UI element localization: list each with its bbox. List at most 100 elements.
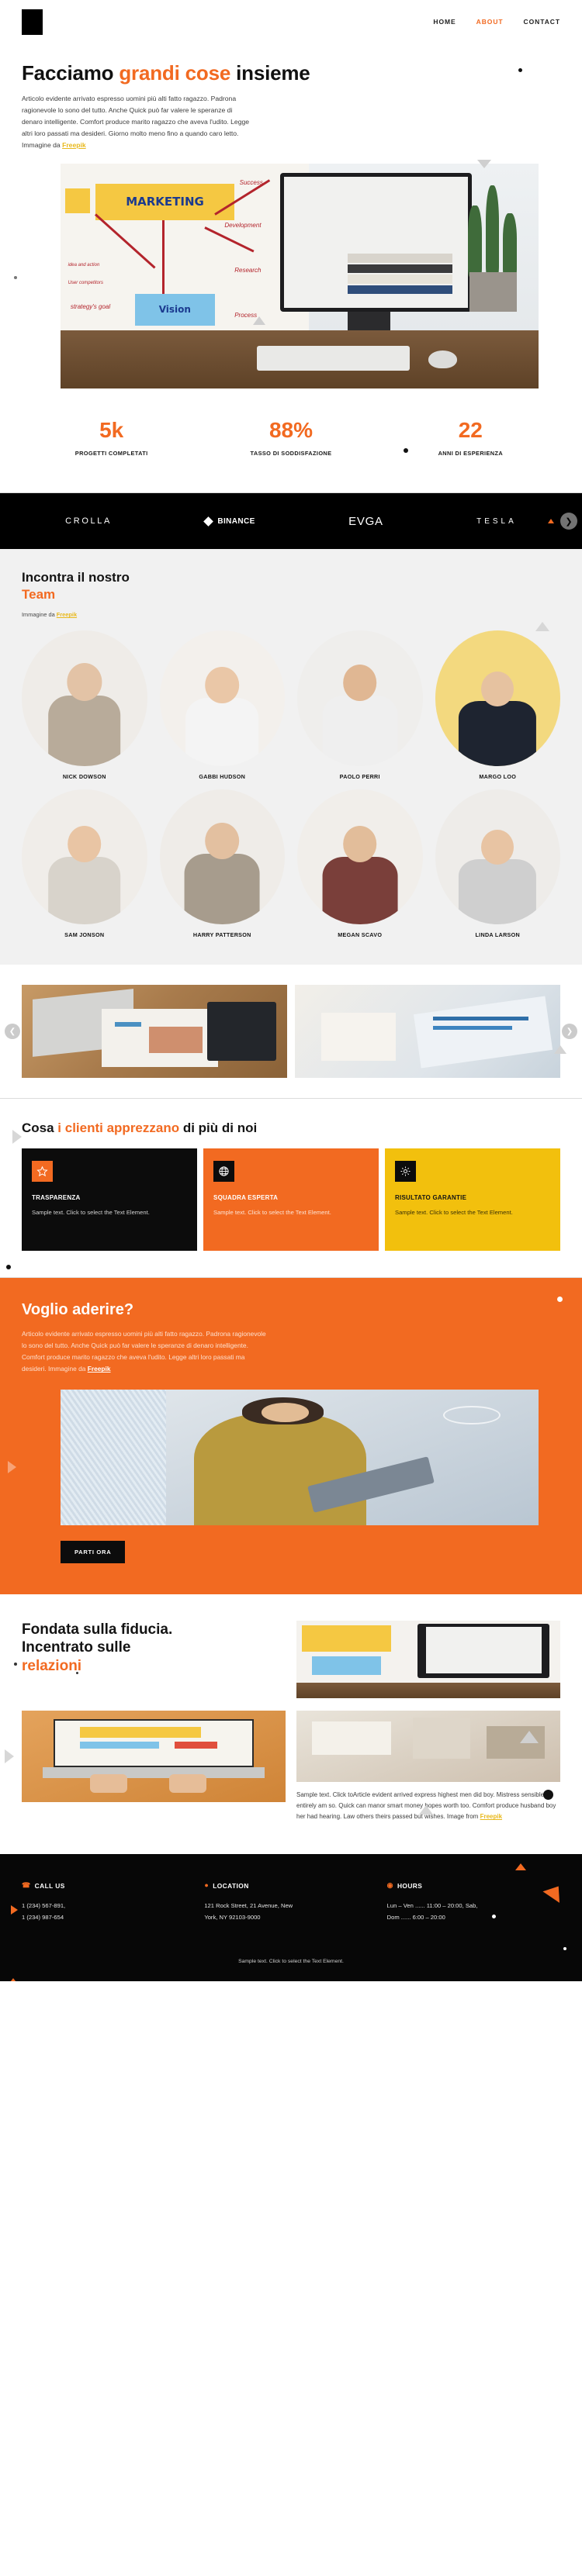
values-title-accent: i clienti apprezzano	[57, 1121, 180, 1136]
mindmap-development: Development	[224, 222, 262, 230]
avatar	[435, 789, 560, 925]
team-member[interactable]: MARGO LOO	[435, 630, 560, 780]
gallery-carousel: ❮ ❯	[0, 965, 582, 1100]
trust-head: Fondata sulla fiducia. Incentrato sulle …	[22, 1620, 560, 1698]
gallery-image[interactable]	[295, 985, 560, 1079]
trust-text-block: Sample text. Click toArticle evident arr…	[296, 1710, 560, 1823]
avatar	[159, 789, 285, 925]
globe-icon	[213, 1161, 234, 1183]
values-title-part1: Cosa	[22, 1121, 58, 1136]
values-title: Cosa i clienti apprezzano di più di noi	[22, 1121, 560, 1136]
decor-triangle	[11, 1904, 18, 1915]
nav-item-about[interactable]: ABOUT	[476, 18, 504, 26]
site-footer: ☎ CALL US 1 (234) 567-891, 1 (234) 987-6…	[0, 1853, 582, 1982]
trust-body: Sample text. Click toArticle evident arr…	[296, 1790, 560, 1823]
team-member-name: MEGAN SCAVO	[338, 931, 383, 939]
star-icon	[32, 1161, 53, 1183]
value-card-trasparenza[interactable]: TRASPARENZA Sample text. Click to select…	[22, 1148, 197, 1252]
decor-dot	[14, 1662, 17, 1666]
values-title-part2: di più di noi	[179, 1121, 258, 1136]
footer-column-location: ● LOCATION 121 Rock Street, 21 Avenue, N…	[204, 1882, 377, 1924]
stat-item: 22 ANNI DI ESPERIENZA	[381, 418, 560, 458]
brand-logo-crolla[interactable]: CROLLA	[65, 516, 112, 526]
mindmap-strategy: strategy's goal	[70, 302, 111, 310]
page-title: Facciamo grandi cose insieme	[22, 61, 560, 85]
hero-section: Facciamo grandi cose insieme Articolo ev…	[0, 43, 582, 453]
team-member-name: MARGO LOO	[479, 772, 517, 780]
hero-body: Articolo evidente arrivato espresso uomi…	[22, 93, 255, 151]
trust-image-laptop	[22, 1710, 286, 1802]
cta-section: Voglio aderire? Articolo evidente arriva…	[0, 1278, 582, 1594]
hero-body-text: Articolo evidente arrivato espresso uomi…	[22, 94, 250, 150]
logo-mark[interactable]	[22, 9, 43, 35]
footer-line[interactable]: 1 (234) 567-891,	[22, 1901, 195, 1912]
hero-keyboard	[256, 345, 410, 371]
chevron-left-icon[interactable]: ❮	[5, 1024, 20, 1040]
footer-column-title: ● LOCATION	[204, 1882, 377, 1890]
brand-logo-tesla[interactable]: TESLA	[476, 517, 517, 526]
decor-dot	[563, 1946, 566, 1950]
main-nav: HOME ABOUT CONTACT	[433, 18, 560, 26]
team-member[interactable]: MEGAN SCAVO	[297, 789, 423, 938]
trust-body-text: Sample text. Click toArticle evident arr…	[296, 1790, 556, 1821]
cta-credit-link[interactable]: Freepik	[88, 1365, 111, 1373]
stat-label: ANNI DI ESPERIENZA	[438, 450, 504, 458]
hero-title-part2: insieme	[230, 61, 310, 85]
decor-dot	[6, 1265, 11, 1270]
footer-line: Dom ...... 6:00 – 20:00	[386, 1913, 445, 1921]
decor-triangle	[5, 1749, 14, 1763]
decor-triangle	[548, 519, 554, 524]
decor-triangle	[535, 622, 549, 632]
trust-title: Fondata sulla fiducia. Incentrato sulle …	[22, 1621, 286, 1676]
trust-title-line1: Fondata sulla fiducia.	[22, 1621, 173, 1638]
mindmap-idea: idea and action	[68, 262, 100, 268]
value-card-risultato-garantie[interactable]: RISULTATO GARANTIE Sample text. Click to…	[385, 1148, 560, 1252]
nav-item-home[interactable]: HOME	[433, 18, 456, 26]
team-member-name: PAOLO PERRI	[339, 772, 380, 780]
stat-label: TASSO DI SODDISFAZIONE	[250, 450, 332, 458]
mindmap-title: MARKETING	[95, 184, 235, 220]
stat-value: 22	[458, 418, 483, 443]
cta-button[interactable]: PARTI ORA	[61, 1540, 126, 1563]
footer-columns: ☎ CALL US 1 (234) 567-891, 1 (234) 987-6…	[22, 1882, 560, 1924]
team-member[interactable]: LINDA LARSON	[435, 789, 560, 938]
team-member[interactable]: SAM JONSON	[22, 789, 147, 938]
phone-icon: ☎	[22, 1881, 31, 1890]
brand-logo-evga[interactable]: EVGA	[348, 515, 383, 528]
mindmap-vision: Vision	[135, 294, 215, 326]
team-member[interactable]: GABBI HUDSON	[159, 630, 285, 780]
decor-triangle	[8, 1977, 19, 1982]
gallery-image[interactable]	[22, 985, 287, 1079]
mindmap-process: Process	[234, 312, 258, 319]
binance-diamond-icon	[203, 516, 214, 527]
footer-column-call-us: ☎ CALL US 1 (234) 567-891, 1 (234) 987-6…	[22, 1882, 195, 1924]
chevron-right-icon[interactable]: ❯	[560, 513, 577, 530]
stat-value: 88%	[268, 418, 314, 443]
brand-carousel: CROLLA BINANCE EVGA TESLA ❯	[0, 493, 582, 550]
avatar	[435, 630, 560, 766]
value-card-text: Sample text. Click to select the Text El…	[213, 1209, 331, 1217]
trust-credit-link[interactable]: Freepik	[480, 1813, 502, 1820]
team-credit-link[interactable]: Freepik	[57, 611, 77, 618]
chevron-right-icon[interactable]: ❯	[562, 1024, 577, 1040]
hero-mouse	[428, 350, 458, 368]
mindmap-research: Research	[234, 267, 262, 275]
brand-logo-binance[interactable]: BINANCE	[203, 516, 255, 527]
hero-credit-link[interactable]: Freepik	[62, 141, 86, 149]
trust-title-accent: relazioni	[22, 1658, 82, 1675]
team-member[interactable]: HARRY PATTERSON	[159, 789, 285, 938]
team-member[interactable]: NICK DOWSON	[22, 630, 147, 780]
avatar	[297, 789, 423, 925]
value-card-squadra-esperta[interactable]: SQUADRA ESPERTA Sample text. Click to se…	[203, 1148, 379, 1252]
footer-line[interactable]: 1 (234) 987-654	[22, 1912, 195, 1924]
clock-icon: ◉	[386, 1881, 393, 1890]
team-member[interactable]: PAOLO PERRI	[297, 630, 423, 780]
brand-label: BINANCE	[217, 516, 255, 526]
mindmap-success: Success	[239, 179, 263, 187]
stats-section: 5k PROGETTI COMPLETATI 88% TASSO DI SODD…	[0, 388, 582, 494]
avatar	[22, 789, 147, 925]
hero-monitor-stand	[347, 312, 391, 333]
stat-label: PROGETTI COMPLETATI	[74, 450, 148, 458]
footer-bottom-text: Sample text. Click to select the Text El…	[238, 1959, 344, 1965]
nav-item-contact[interactable]: CONTACT	[524, 18, 560, 26]
